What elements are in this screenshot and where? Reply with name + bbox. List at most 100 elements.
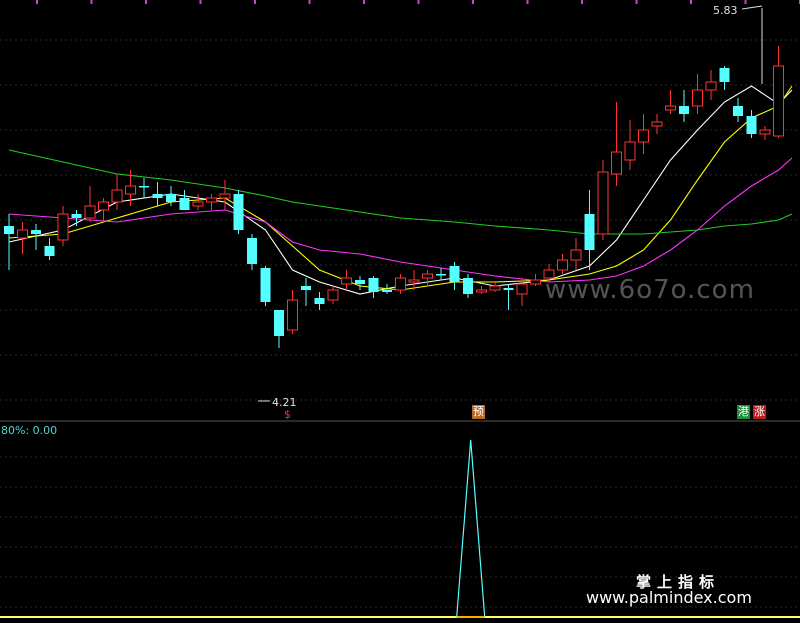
candle xyxy=(773,46,784,138)
top-tick xyxy=(254,0,256,4)
candle xyxy=(705,70,717,100)
candle-body xyxy=(301,286,311,290)
candle xyxy=(463,274,473,298)
candle xyxy=(746,110,757,138)
candle xyxy=(139,178,149,198)
top-tick xyxy=(363,0,365,4)
candle xyxy=(98,198,109,222)
max-price-label: 5.83 xyxy=(713,4,738,17)
candle-body xyxy=(368,278,379,292)
candle xyxy=(436,268,446,280)
candle-body xyxy=(557,259,568,271)
signal-yu-marker: 预 xyxy=(472,405,485,419)
top-tick xyxy=(308,0,311,4)
candle-body xyxy=(733,106,743,116)
candle-body xyxy=(463,278,473,294)
candle xyxy=(449,262,460,290)
price-annotations xyxy=(258,5,763,402)
candle xyxy=(57,206,69,246)
candle xyxy=(422,270,433,286)
candle xyxy=(665,90,676,114)
signal-gang-marker: 港 xyxy=(737,405,750,419)
candle xyxy=(759,126,771,140)
top-tick xyxy=(581,0,583,4)
candle xyxy=(206,194,217,210)
candle-body xyxy=(692,89,703,107)
top-tick xyxy=(145,0,147,4)
candle-body xyxy=(98,201,109,211)
candle-body xyxy=(530,279,541,285)
candle-body xyxy=(584,214,595,250)
candle-body xyxy=(773,65,784,137)
candle xyxy=(679,90,689,122)
candle xyxy=(260,266,271,306)
candle xyxy=(611,102,622,186)
candle xyxy=(651,114,663,134)
candle-body xyxy=(247,238,257,264)
candle-body xyxy=(192,201,204,207)
candle-body xyxy=(597,171,609,235)
candle-body xyxy=(489,285,501,291)
candle-body xyxy=(166,194,176,202)
candle xyxy=(301,278,311,306)
candle-body xyxy=(125,185,136,195)
candle xyxy=(638,114,649,154)
candle-body xyxy=(111,189,123,203)
candle-body xyxy=(31,230,41,234)
candle-body xyxy=(84,205,96,219)
indicator-label: 80%: 0.00 xyxy=(1,424,58,437)
candle-body xyxy=(503,288,514,290)
top-tick xyxy=(744,0,747,4)
candle xyxy=(489,282,501,292)
candle-body xyxy=(570,249,582,261)
signal-zhang-marker: 涨 xyxy=(753,405,766,419)
candle-body xyxy=(651,121,663,127)
watermark-site: www.6o7o.com xyxy=(545,275,755,305)
candle-body xyxy=(408,279,420,283)
candle-body xyxy=(759,129,771,135)
signal-s-marker: $ xyxy=(284,408,291,421)
candle-body xyxy=(206,197,217,203)
candle xyxy=(327,286,339,304)
candle xyxy=(233,190,244,234)
candle-body xyxy=(449,266,460,282)
candle-body xyxy=(139,186,149,188)
candle-body xyxy=(57,213,69,241)
candle-body xyxy=(611,151,622,175)
candle xyxy=(274,310,284,348)
indicator-spike xyxy=(456,439,486,618)
candle-body xyxy=(679,106,689,114)
candle xyxy=(44,238,55,260)
candle-body xyxy=(705,81,717,91)
candle xyxy=(530,274,541,286)
candle xyxy=(692,74,703,114)
candle-body xyxy=(4,226,14,234)
top-tick xyxy=(635,0,638,4)
candle-body xyxy=(355,280,365,284)
candle xyxy=(84,186,96,222)
top-tick xyxy=(472,0,474,4)
candle-body xyxy=(71,214,82,218)
candle xyxy=(17,222,28,254)
candle-body xyxy=(44,246,55,256)
candle-body xyxy=(17,229,28,239)
candle xyxy=(395,274,406,294)
candle xyxy=(368,276,379,298)
candle xyxy=(355,276,365,290)
top-tick xyxy=(36,0,38,4)
top-tick xyxy=(417,0,420,4)
candle xyxy=(314,292,325,310)
candle-body xyxy=(395,277,406,291)
candle xyxy=(192,194,204,210)
candle-body xyxy=(314,298,325,304)
candle xyxy=(570,238,582,270)
candlestick-chart xyxy=(0,0,800,618)
candle-body xyxy=(274,310,284,336)
candle-body xyxy=(516,283,528,295)
candle-body xyxy=(233,194,244,230)
candle-body xyxy=(665,105,676,111)
candle xyxy=(111,174,123,210)
top-tick xyxy=(690,0,692,4)
candle-body xyxy=(327,289,339,301)
candle xyxy=(4,214,14,270)
